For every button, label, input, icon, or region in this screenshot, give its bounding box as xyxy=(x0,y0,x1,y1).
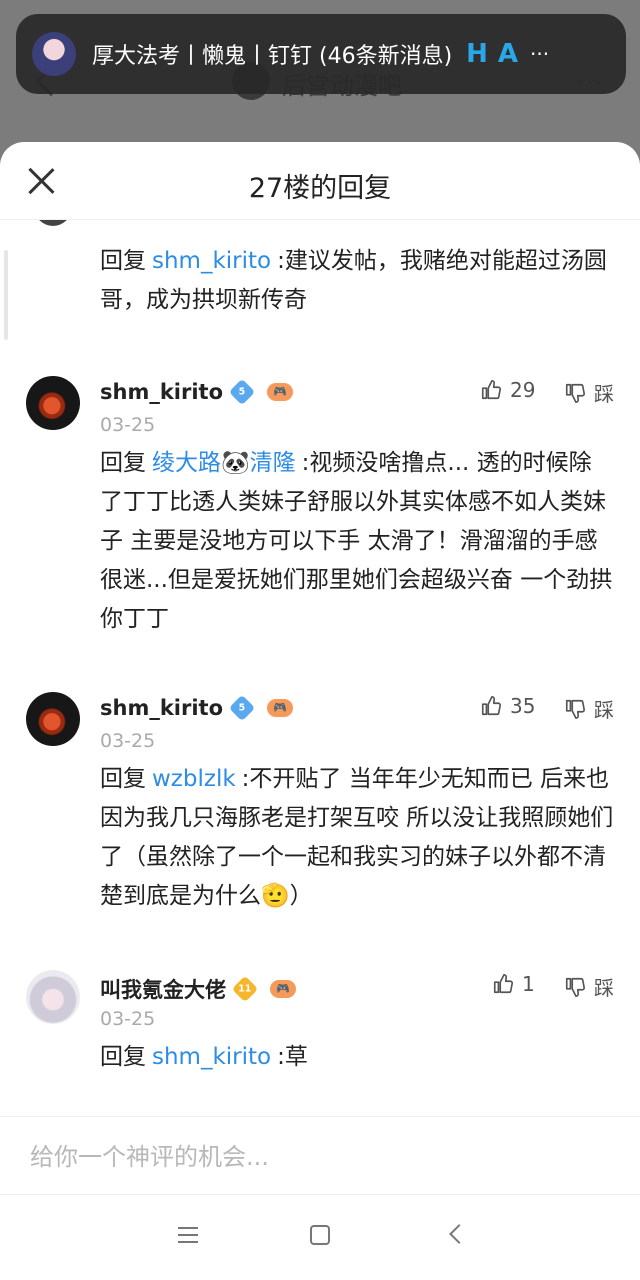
mention-link[interactable]: shm_kirito xyxy=(152,248,271,274)
like-button[interactable]: 35 xyxy=(480,694,535,718)
notification-banner[interactable]: 厚大法考丨懒鬼丨钉钉 (46条新消息) H A ··· xyxy=(16,14,626,94)
like-button[interactable]: 29 xyxy=(480,378,535,402)
thumbs-down-icon xyxy=(564,976,586,998)
replies-list[interactable]: 回复 shm_kirito:建议发帖，我赌绝对能超过汤圆哥，成为拱坝新传奇 shm… xyxy=(0,220,640,1100)
mention-link[interactable]: wzblzlk xyxy=(152,766,236,792)
reply-prefix: 回复 xyxy=(100,248,146,274)
level-badge: 5 xyxy=(228,694,256,722)
mention-link[interactable]: 绫大路🐼清隆 xyxy=(152,450,296,476)
thumbs-up-icon xyxy=(492,973,514,995)
thumbs-down-icon xyxy=(564,698,586,720)
reply-date: 03-25 xyxy=(100,730,156,752)
gamepad-icon: 🎮 xyxy=(267,699,294,717)
level-badge: 5 xyxy=(228,378,256,406)
scroll-indicator xyxy=(4,250,8,340)
back-icon[interactable] xyxy=(449,1224,469,1244)
reply-text: 回复 绫大路🐼清隆:视频没啥撸点... 透的时候除了丁丁比透人类妹子舒服以外其实体… xyxy=(100,444,614,639)
dislike-label: 踩 xyxy=(594,976,614,1000)
notification-avatar xyxy=(32,32,76,76)
reply-content: :视频没啥撸点... 透的时候除了丁丁比透人类妹子舒服以外其实体感不如人类妹子 … xyxy=(100,450,613,632)
username[interactable]: shm_kirito 5 🎮 xyxy=(100,694,294,722)
like-count: 29 xyxy=(510,378,536,402)
reply-prefix: 回复 xyxy=(100,450,146,476)
comment-input[interactable] xyxy=(30,1122,630,1192)
reply-content: :草 xyxy=(277,1044,308,1070)
level-badge: 11 xyxy=(231,975,259,1003)
reply-text: 回复 shm_kirito:草 xyxy=(100,1038,614,1077)
dislike-button[interactable]: 踩 xyxy=(564,694,614,723)
reply-prefix: 回复 xyxy=(100,1044,146,1070)
notification-text: 厚大法考丨懒鬼丨钉钉 (46条新消息) xyxy=(92,44,453,69)
username[interactable]: 叫我氪金大佬 11 🎮 xyxy=(100,974,296,1004)
reply-text: 回复 shm_kirito:建议发帖，我赌绝对能超过汤圆哥，成为拱坝新传奇 xyxy=(100,242,614,320)
menu-icon[interactable] xyxy=(178,1227,198,1243)
avatar[interactable] xyxy=(34,220,72,226)
like-button[interactable]: 1 xyxy=(492,972,535,996)
gamepad-icon: 🎮 xyxy=(270,980,296,998)
avatar[interactable] xyxy=(26,376,80,430)
sheet-title: 27楼的回复 xyxy=(248,173,392,204)
dislike-label: 踩 xyxy=(594,382,614,406)
more-icon: ··· xyxy=(530,42,550,66)
username-text: shm_kirito xyxy=(100,696,224,720)
dislike-button[interactable]: 踩 xyxy=(564,972,614,1001)
reply-date: 03-25 xyxy=(100,1008,156,1030)
notification-icons: H A ··· xyxy=(466,39,549,69)
reply-prefix: 回复 xyxy=(100,766,146,792)
thumbs-down-icon xyxy=(564,382,586,404)
like-count: 1 xyxy=(522,972,535,996)
sheet-header: 27楼的回复 xyxy=(0,142,640,220)
replies-sheet: 27楼的回复 回复 shm_kirito:建议发帖，我赌绝对能超过汤圆哥，成为拱坝… xyxy=(0,142,640,1280)
username[interactable]: shm_kirito 5 🎮 xyxy=(100,378,294,406)
username-text: 叫我氪金大佬 xyxy=(100,978,226,1002)
a-app-icon: A xyxy=(497,39,519,69)
reply-text: 回复 wzblzlk:不开贴了 当年年少无知而已 后来也因为我几只海豚老是打架互咬… xyxy=(100,760,614,916)
h-app-icon: H xyxy=(466,39,488,69)
system-navigation-bar xyxy=(0,1194,640,1280)
like-count: 35 xyxy=(510,694,536,718)
mention-link[interactable]: shm_kirito xyxy=(152,1044,271,1070)
thumbs-up-icon xyxy=(480,695,502,717)
reply-date: 03-25 xyxy=(100,414,156,436)
dislike-button[interactable]: 踩 xyxy=(564,378,614,407)
username-text: shm_kirito xyxy=(100,380,224,404)
gamepad-icon: 🎮 xyxy=(267,383,294,401)
avatar[interactable] xyxy=(26,970,80,1024)
dislike-label: 踩 xyxy=(594,698,614,722)
avatar[interactable] xyxy=(26,692,80,746)
thumbs-up-icon xyxy=(480,379,502,401)
comment-input-bar xyxy=(0,1116,640,1196)
home-icon[interactable] xyxy=(310,1225,330,1245)
